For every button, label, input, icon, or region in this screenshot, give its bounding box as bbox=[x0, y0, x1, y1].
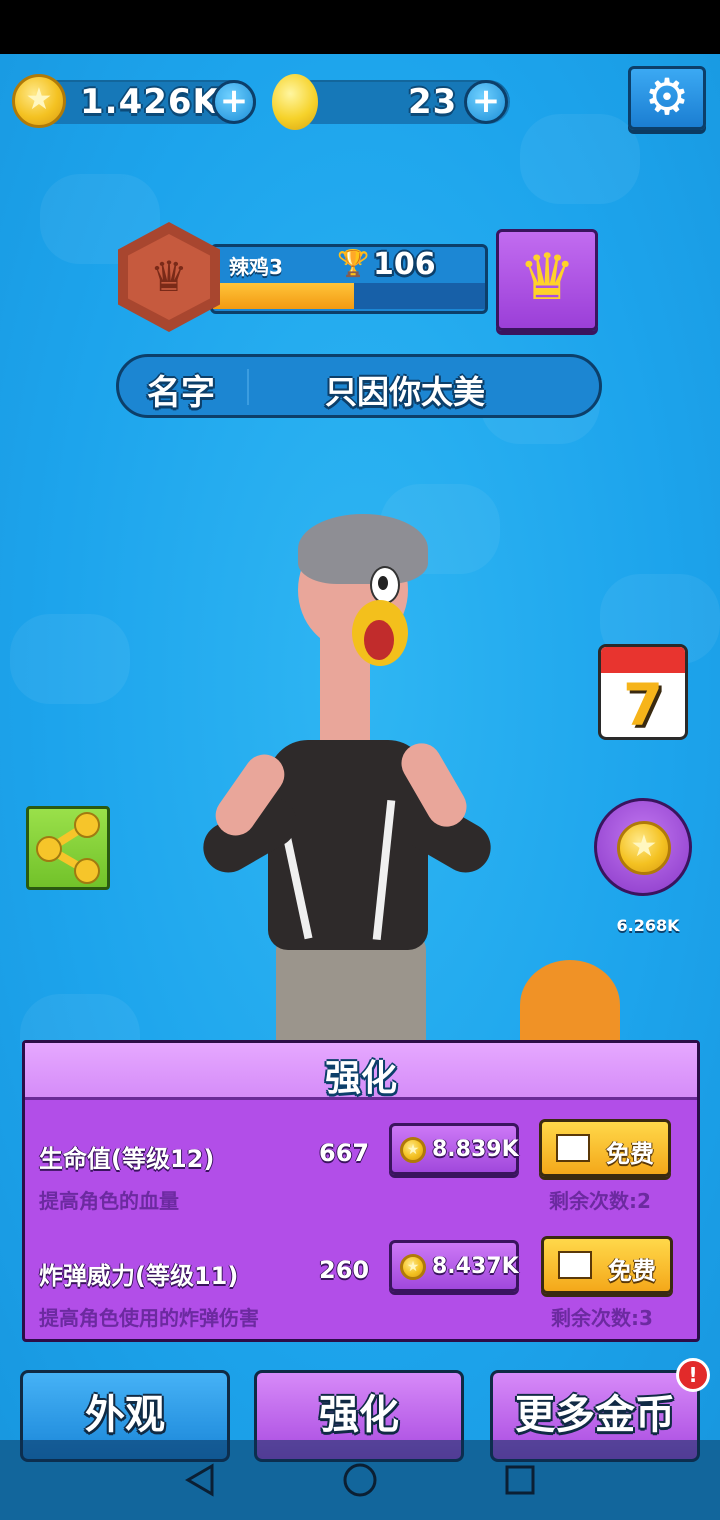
rank-progress-fill bbox=[213, 283, 355, 309]
home-icon[interactable] bbox=[342, 1462, 378, 1498]
video-play-icon bbox=[558, 1251, 592, 1279]
crown-icon: ♛ bbox=[518, 241, 576, 315]
name-divider bbox=[247, 369, 249, 405]
upgrade-row-description: 提高角色的血量 bbox=[39, 1189, 179, 1213]
remaining-count: 剩余次数:2 bbox=[549, 1189, 651, 1213]
add-gems-button[interactable]: + bbox=[464, 80, 508, 124]
settings-button[interactable]: ⚙ bbox=[628, 66, 706, 130]
coin-icon: ★ bbox=[400, 1254, 426, 1280]
upgrade-row-value: 260 bbox=[319, 1256, 370, 1284]
trophy-count: 106 bbox=[373, 247, 436, 282]
gear-icon: ⚙ bbox=[644, 68, 690, 126]
calendar-icon bbox=[601, 647, 685, 673]
coin-reward-button[interactable]: ★ bbox=[594, 798, 692, 896]
free-label: 免费 bbox=[608, 1257, 656, 1285]
upgrade-row-value: 667 bbox=[319, 1139, 370, 1167]
character-model bbox=[180, 510, 500, 1050]
share-icon bbox=[36, 812, 100, 884]
daily-checkin-button[interactable]: 7 bbox=[598, 644, 688, 740]
crown-button[interactable]: ♛ bbox=[496, 229, 598, 331]
upgrade-cost-button[interactable]: ★ 8.839K bbox=[389, 1123, 519, 1175]
video-play-icon bbox=[556, 1134, 590, 1162]
upgrade-row-title: 炸弹威力(等级11) bbox=[39, 1262, 239, 1290]
system-nav-bar bbox=[0, 1440, 720, 1520]
player-name-bar[interactable]: 名字 只因你太美 bbox=[116, 354, 602, 418]
upgrade-cost: 8.437K bbox=[432, 1254, 519, 1279]
player-name: 只因你太美 bbox=[325, 373, 486, 411]
notification-badge: ! bbox=[676, 1358, 710, 1392]
upgrade-row-title: 生命值(等级12) bbox=[39, 1145, 215, 1173]
coin-reward-amount: 6.268K bbox=[616, 916, 680, 935]
free-upgrade-button[interactable]: 免费 bbox=[539, 1119, 671, 1177]
name-label: 名字 bbox=[147, 373, 215, 413]
upgrade-panel-title: 强化 bbox=[324, 1058, 397, 1099]
upgrade-cost: 8.839K bbox=[432, 1137, 519, 1162]
coin-icon: ★ bbox=[400, 1137, 426, 1163]
free-label: 免费 bbox=[606, 1140, 654, 1168]
calendar-day: 7 bbox=[622, 671, 664, 739]
back-icon[interactable] bbox=[184, 1462, 216, 1498]
gem-balance: 23 bbox=[408, 82, 458, 122]
upgrade-row-description: 提高角色使用的炸弹伤害 bbox=[39, 1306, 259, 1330]
rank-progress-panel: 辣鸡3 🏆 106 bbox=[210, 244, 488, 314]
recents-icon[interactable] bbox=[504, 1464, 536, 1496]
status-bar bbox=[0, 0, 720, 54]
upgrade-cost-button[interactable]: ★ 8.437K bbox=[389, 1240, 519, 1292]
coin-balance: 1.426K bbox=[80, 82, 220, 122]
coin-icon: ★ bbox=[617, 821, 671, 875]
remaining-count: 剩余次数:3 bbox=[551, 1306, 653, 1330]
trophy-icon: 🏆 bbox=[337, 249, 370, 279]
rank-name: 辣鸡3 bbox=[229, 255, 283, 279]
coin-icon: ★ bbox=[12, 74, 66, 128]
egg-icon bbox=[272, 74, 318, 130]
upgrade-panel: 强化 生命值(等级12) 提高角色的血量 667 ★ 8.839K 免费 剩余次… bbox=[22, 1040, 700, 1342]
decoration-blob bbox=[520, 960, 620, 1050]
share-button[interactable] bbox=[26, 806, 110, 890]
free-upgrade-button[interactable]: 免费 bbox=[541, 1236, 673, 1294]
upgrade-panel-header: 强化 bbox=[25, 1043, 697, 1100]
add-coins-button[interactable]: + bbox=[212, 80, 256, 124]
